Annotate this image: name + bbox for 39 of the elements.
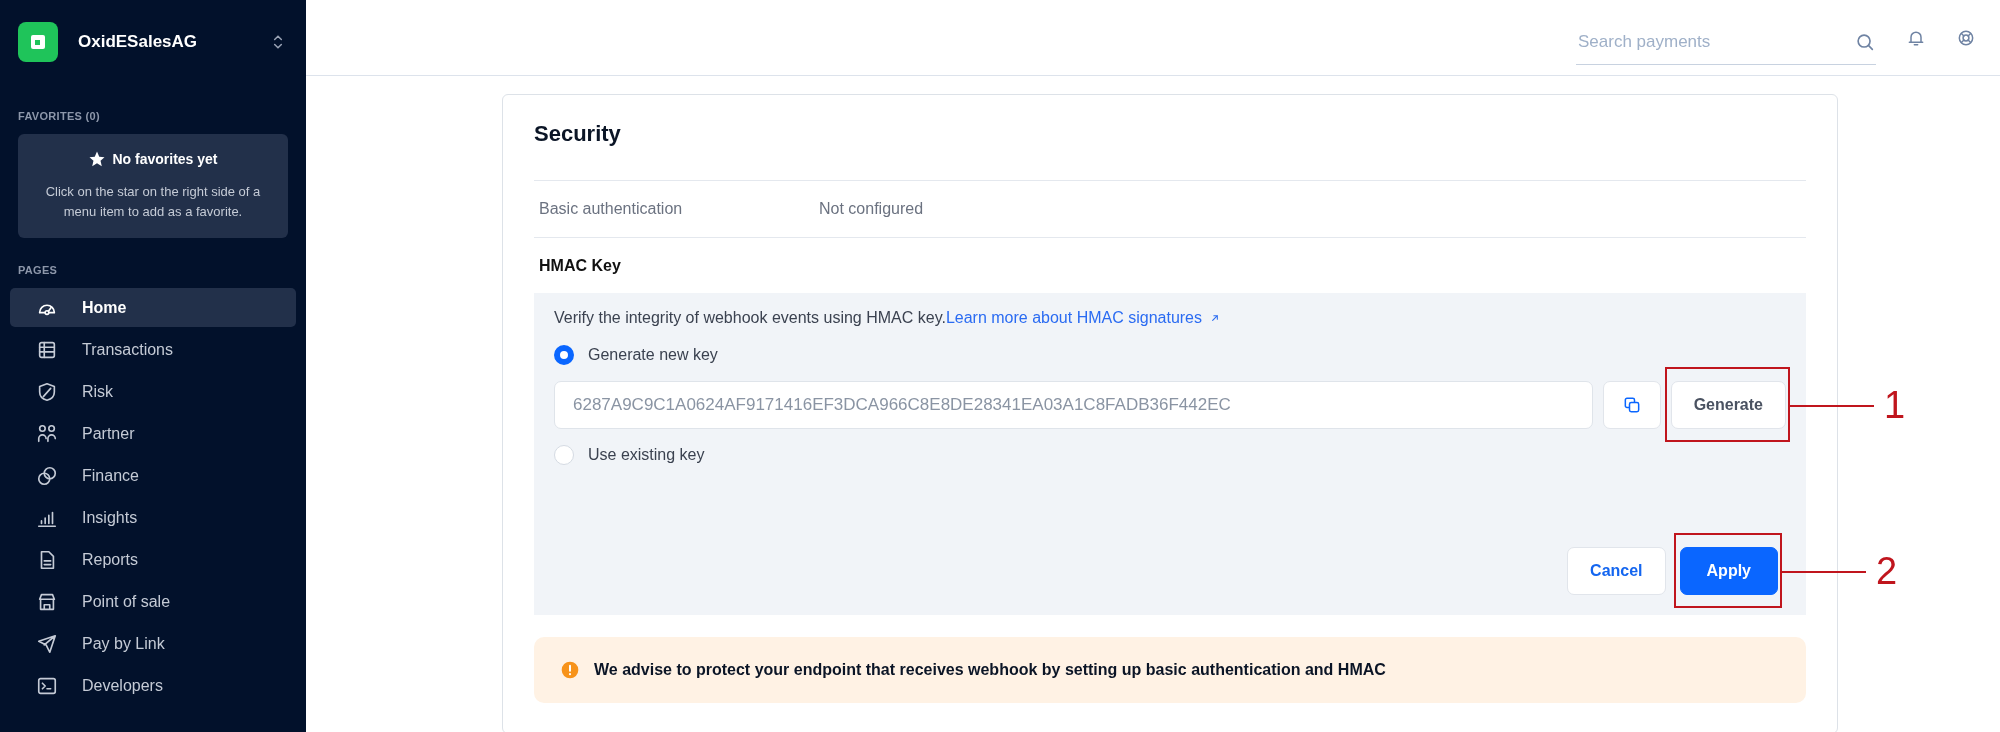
section-title: HMAC Key: [539, 256, 621, 275]
callout-number: 2: [1876, 549, 1898, 593]
nav-item[interactable]: Transactions: [10, 330, 296, 369]
help-link[interactable]: Learn more about HMAC signatures: [945, 307, 1202, 329]
callout-number: 1: [1884, 383, 1906, 427]
shield-icon: [36, 380, 58, 403]
card-title: Security: [534, 121, 622, 147]
nav-item[interactable]: Home: [10, 288, 296, 327]
favorites-title: No favorites yet: [112, 151, 218, 167]
cancel-button[interactable]: Cancel: [1567, 547, 1666, 595]
account-name: OxidESalesAG: [78, 32, 199, 52]
apply-button[interactable]: Apply: [1679, 547, 1778, 595]
nav-item[interactable]: Finance: [10, 456, 296, 495]
nav-item[interactable]: Insights: [10, 498, 296, 537]
search-icon[interactable]: [1854, 31, 1876, 53]
description-text: Verify the integrity of webhook events using HMAC key.Learn more about HMAC signatures: [554, 307, 1786, 329]
star-icon: [88, 150, 107, 168]
nav-item[interactable]: Point of sale: [10, 582, 296, 621]
radio-button[interactable]: [554, 345, 574, 365]
option-label: Use existing key: [588, 446, 705, 464]
nav-item[interactable]: Risk: [10, 372, 296, 411]
nav-item[interactable]: Developers: [10, 666, 296, 705]
section-heading: FAVORITES (0): [18, 110, 101, 122]
warning-icon: [560, 660, 580, 680]
circles-icon: [36, 464, 58, 487]
logo-icon: [18, 22, 58, 62]
generate-button[interactable]: Generate: [1670, 381, 1786, 429]
copy-button[interactable]: [1602, 381, 1661, 429]
nav-item[interactable]: Partner: [10, 414, 296, 453]
nav-item[interactable]: Reports: [10, 540, 296, 579]
paper-plane-icon: [36, 632, 58, 655]
option-label: Generate new key: [588, 346, 718, 364]
favorites-hint: Click on the star on the right side of a menu item to add as a favorite.: [44, 183, 262, 221]
field-label: Basic authentication: [539, 200, 684, 218]
field-value: Not configured: [819, 200, 924, 218]
section-heading: PAGES: [18, 264, 59, 276]
warning-text: We advise to protect your endpoint that receives webhook by setting up basic authentication and HMAC: [594, 661, 1386, 679]
people-icon: [36, 422, 58, 445]
nav-item[interactable]: Pay by Link: [10, 624, 296, 663]
